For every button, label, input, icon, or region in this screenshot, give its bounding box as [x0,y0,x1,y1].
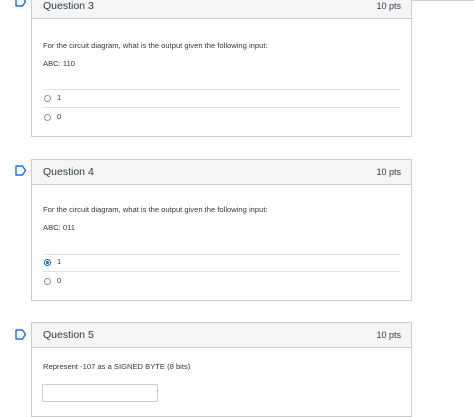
answer-option[interactable]: 1 [44,256,61,268]
answer-label: 1 [57,93,62,102]
answer-radio-selected[interactable] [44,258,51,266]
question-input-values: ABC: 011 [43,223,75,232]
question-card-3: Question 3 10 pts For the circuit diagra… [31,0,412,137]
flag-question-icon[interactable] [15,0,27,7]
question-points: 10 pts [376,167,401,177]
answer-divider [43,271,400,272]
question-prompt: For the circuit diagram, what is the out… [43,205,268,214]
question-card-5: Question 5 10 pts Represent -107 as a SI… [31,322,412,417]
answer-label: 0 [57,276,62,285]
question-input-values: ABC: 110 [43,59,75,68]
question-prompt: For the circuit diagram, what is the out… [43,41,268,50]
question-points: 10 pts [376,1,401,11]
flag-question-icon[interactable] [15,165,27,176]
question-title: Question 3 [43,0,94,12]
answer-divider [43,254,400,255]
flag-question-icon[interactable] [15,329,27,340]
answer-radio[interactable] [44,113,51,121]
answer-radio[interactable] [44,94,51,102]
question-prompt: Represent -107 as a SIGNED BYTE (8 bits) [43,362,191,371]
answer-option[interactable]: 0 [44,275,61,287]
question-card-4: Question 4 10 pts For the circuit diagra… [31,159,412,301]
answer-radio[interactable] [44,277,51,285]
question-title: Question 5 [43,329,94,341]
answer-label: 0 [57,112,62,121]
question-points: 10 pts [376,330,401,340]
answer-option[interactable]: 1 [44,92,61,104]
question-header: Question 5 10 pts [32,323,411,348]
question-header: Question 4 10 pts [32,160,411,185]
answer-option[interactable]: 0 [44,111,61,123]
answer-label: 1 [57,257,62,266]
answer-divider [43,107,400,108]
question-header: Question 3 10 pts [32,0,411,19]
question-title: Question 4 [43,166,94,178]
answer-divider [43,89,400,90]
answer-text-input[interactable] [42,384,158,402]
